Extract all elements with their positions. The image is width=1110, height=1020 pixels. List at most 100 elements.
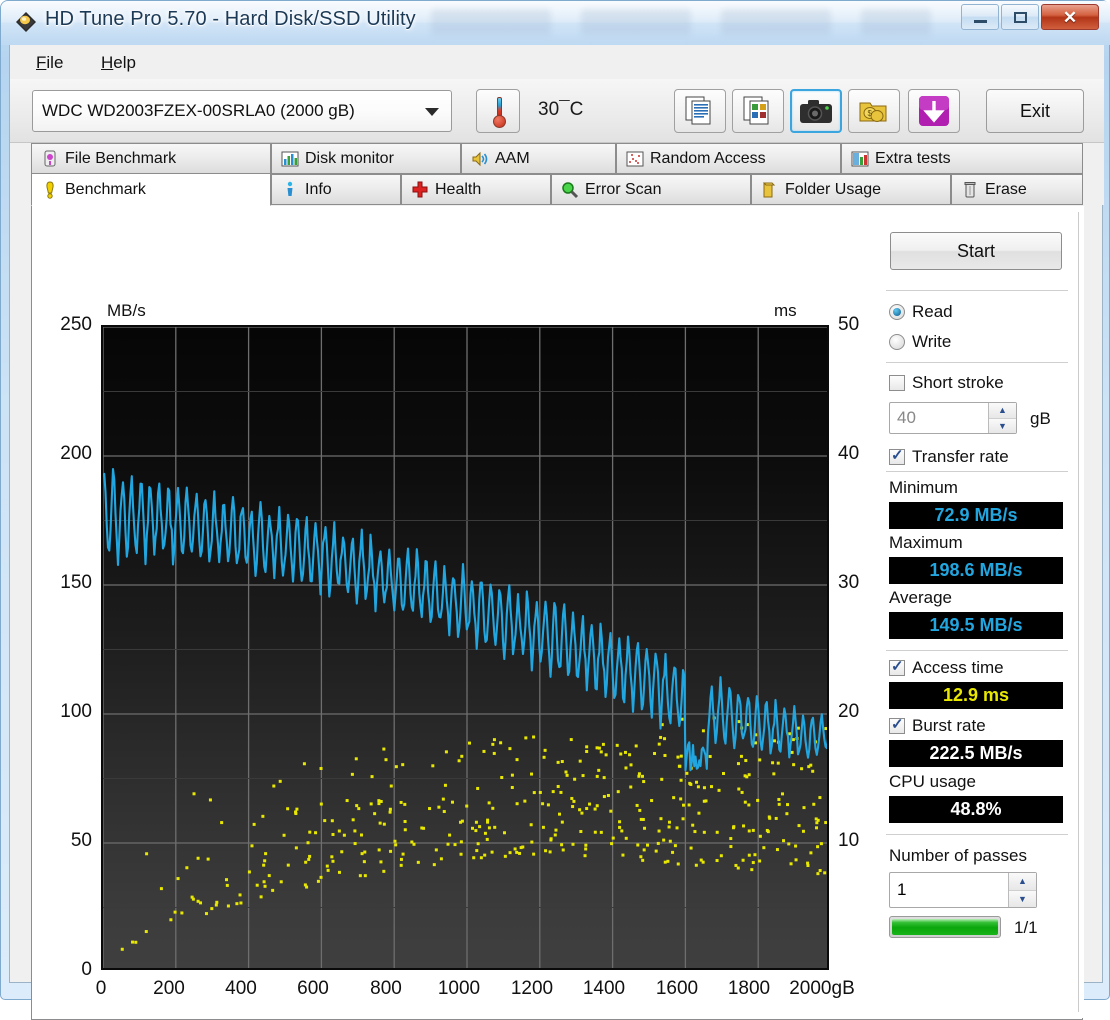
x-tick: 2000gB <box>789 978 855 999</box>
short-stroke-spin-buttons[interactable]: ▲ ▼ <box>988 403 1016 433</box>
copy-text-button[interactable] <box>674 89 726 133</box>
maximum-value: 198.6 MB/s <box>929 560 1023 580</box>
scatter-icon <box>626 151 644 166</box>
x-tick: 600 <box>297 978 329 999</box>
tab-file-benchmark[interactable]: File Benchmark <box>31 143 271 174</box>
passes-stepper[interactable]: 1 ▲ ▼ <box>889 872 1037 908</box>
spin-up-icon[interactable]: ▲ <box>1009 873 1036 891</box>
save-button[interactable]: $ <box>848 89 900 133</box>
exit-label: Exit <box>1019 100 1050 121</box>
spin-up-icon[interactable]: ▲ <box>989 403 1016 419</box>
x-tick: 1000 <box>437 978 481 999</box>
burst-rate-value: 222.5 MB/s <box>929 743 1023 763</box>
tab-erase[interactable]: Erase <box>951 174 1083 205</box>
temperature-button[interactable] <box>476 89 520 133</box>
y-tick-left: 200 <box>60 443 92 464</box>
result-value-average: 149.5 MB/s <box>889 612 1063 639</box>
plot-area <box>101 325 829 970</box>
client-area: File Help WDC WD2003FZEX-00SRLA0 (2000 g… <box>9 45 1104 1020</box>
camera-icon <box>800 100 832 123</box>
chart-grid-icon <box>851 151 869 166</box>
divider <box>886 471 1068 472</box>
drive-select-dropdown[interactable]: WDC WD2003FZEX-00SRLA0 (2000 gB) <box>32 90 452 132</box>
exclamation-icon <box>46 180 54 199</box>
passes-label: Number of passes <box>889 846 1027 865</box>
tab-disk-monitor[interactable]: Disk monitor <box>271 143 461 174</box>
tab-label: File Benchmark <box>65 149 177 167</box>
y-tick-left: 250 <box>60 314 92 335</box>
tab-info[interactable]: Info <box>271 174 401 205</box>
y-axis-label-right: ms <box>774 301 797 320</box>
svg-text:$: $ <box>868 109 873 118</box>
copy-image-button[interactable] <box>732 89 784 133</box>
x-tick: 400 <box>225 978 257 999</box>
checkbox-short-stroke[interactable]: Short stroke <box>889 373 1004 393</box>
thermometer-icon <box>497 97 502 117</box>
menu-file-rest: ile <box>46 53 64 72</box>
result-value-burst-rate: 222.5 MB/s <box>889 740 1063 767</box>
menu-item-file[interactable]: File <box>28 52 71 74</box>
access-time-value: 12.9 ms <box>942 685 1010 705</box>
y-axis-label-left: MB/s <box>107 301 146 320</box>
menu-bar: File Help <box>10 45 1104 79</box>
close-button[interactable]: ✕ <box>1041 4 1099 30</box>
chevron-down-icon <box>425 108 439 116</box>
tab-label: Info <box>305 180 332 198</box>
divider <box>886 834 1068 835</box>
tab-random-access[interactable]: Random Access <box>616 143 841 174</box>
spin-down-icon[interactable]: ▼ <box>989 418 1016 433</box>
x-tick: 800 <box>370 978 402 999</box>
benchmark-panel: MB/s ms 250 200 150 100 50 0 50 40 30 20… <box>31 206 1084 1020</box>
trash-icon <box>964 181 976 197</box>
close-icon: ✕ <box>1062 7 1078 27</box>
purple-download-icon <box>919 96 949 126</box>
start-button[interactable]: Start <box>890 232 1062 270</box>
divider <box>886 362 1068 363</box>
exit-button[interactable]: Exit <box>986 89 1084 133</box>
checkbox-transfer-rate[interactable]: Transfer rate <box>889 446 1009 467</box>
radio-read-icon <box>889 304 905 320</box>
checkbox-short-stroke-icon <box>889 375 905 391</box>
tab-aam[interactable]: AAM <box>461 143 616 174</box>
progress-bar-track <box>889 916 1001 938</box>
tab-label: Extra tests <box>875 149 951 167</box>
tab-error-scan[interactable]: Error Scan <box>551 174 751 205</box>
radio-write-label: Write <box>912 332 952 351</box>
minimum-value: 72.9 MB/s <box>934 505 1018 525</box>
checkbox-burst-rate[interactable]: Burst rate <box>889 715 986 736</box>
maximize-icon <box>1013 11 1027 23</box>
maximize-button[interactable] <box>1001 4 1039 30</box>
tab-benchmark[interactable]: Benchmark <box>31 173 271 206</box>
red-cross-icon <box>412 181 428 197</box>
tab-folder-usage[interactable]: Folder Usage <box>751 174 951 205</box>
title-bar: HD Tune Pro 5.70 - Hard Disk/SSD Utility… <box>1 1 1110 45</box>
menu-item-help[interactable]: Help <box>93 52 144 74</box>
tab-label: Benchmark <box>65 180 146 198</box>
tab-label: AAM <box>495 149 530 167</box>
toolbar: WDC WD2003FZEX-00SRLA0 (2000 gB) 30¯C $ … <box>10 79 1104 143</box>
checkbox-transfer-rate-icon <box>889 446 905 465</box>
short-stroke-stepper[interactable]: 40 ▲ ▼ <box>889 402 1017 434</box>
y-tick-left: 100 <box>60 701 92 722</box>
titlebar-reflection <box>431 9 551 35</box>
radio-write[interactable]: Write <box>889 332 951 352</box>
spin-down-icon[interactable]: ▼ <box>1009 890 1036 907</box>
tab-label: Health <box>435 180 482 198</box>
radio-read[interactable]: Read <box>889 302 953 322</box>
download-button[interactable] <box>908 89 960 133</box>
passes-spin-buttons[interactable]: ▲ ▼ <box>1008 873 1036 907</box>
passes-value: 1 <box>897 880 907 899</box>
tab-health[interactable]: Health <box>401 174 551 205</box>
divider <box>886 650 1068 651</box>
tab-label: Random Access <box>650 149 766 167</box>
checkbox-access-time[interactable]: Access time <box>889 657 1004 678</box>
y-tick-left: 50 <box>70 830 92 851</box>
tab-label: Error Scan <box>585 180 662 198</box>
result-value-minimum: 72.9 MB/s <box>889 502 1063 529</box>
minimize-button[interactable] <box>961 4 999 30</box>
tab-label: Disk monitor <box>305 149 394 167</box>
x-tick: 1400 <box>582 978 626 999</box>
screenshot-button[interactable] <box>790 89 842 133</box>
x-tick: 0 <box>95 978 107 999</box>
tab-extra-tests[interactable]: Extra tests <box>841 143 1083 174</box>
